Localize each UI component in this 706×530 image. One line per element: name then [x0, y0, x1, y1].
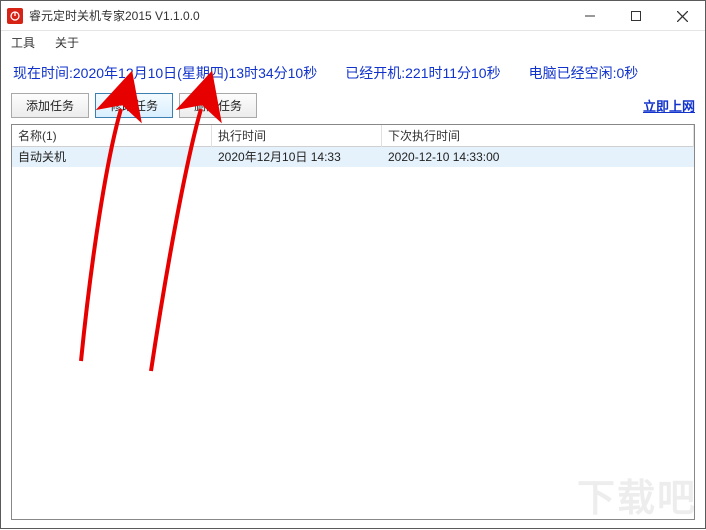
task-grid: 名称(1) 执行时间 下次执行时间 自动关机 2020年12月10日 14:33…: [11, 124, 695, 520]
status-line: 现在时间:2020年12月10日(星期四)13时34分10秒 已经开机:221时…: [11, 59, 695, 93]
table-row[interactable]: 自动关机 2020年12月10日 14:33 2020-12-10 14:33:…: [12, 147, 694, 167]
menu-about[interactable]: 关于: [51, 32, 83, 53]
status-now: 现在时间:2020年12月10日(星期四)13时34分10秒: [13, 63, 317, 83]
status-uptime: 已经开机:221时11分10秒: [345, 63, 500, 83]
close-button[interactable]: [659, 1, 705, 31]
toolbar: 添加任务 修改任务 删除任务 立即上网: [11, 93, 695, 118]
cell-name: 自动关机: [12, 147, 212, 167]
delete-task-button[interactable]: 删除任务: [179, 93, 257, 118]
content-area: 现在时间:2020年12月10日(星期四)13时34分10秒 已经开机:221时…: [1, 53, 705, 530]
menu-tools[interactable]: 工具: [7, 32, 39, 53]
title-bar: 睿元定时关机专家2015 V1.1.0.0: [1, 1, 705, 31]
maximize-button[interactable]: [613, 1, 659, 31]
status-idle: 电脑已经空闲:0秒: [529, 63, 639, 83]
col-header-name[interactable]: 名称(1): [12, 125, 212, 147]
cell-exec: 2020年12月10日 14:33: [212, 147, 382, 167]
window-title: 睿元定时关机专家2015 V1.1.0.0: [29, 7, 200, 24]
col-header-exec[interactable]: 执行时间: [212, 125, 382, 147]
grid-header: 名称(1) 执行时间 下次执行时间: [12, 125, 694, 147]
minimize-button[interactable]: [567, 1, 613, 31]
col-header-next[interactable]: 下次执行时间: [382, 125, 694, 147]
add-task-button[interactable]: 添加任务: [11, 93, 89, 118]
cell-next: 2020-12-10 14:33:00: [382, 147, 694, 167]
window-controls: [567, 1, 705, 30]
app-icon: [7, 8, 23, 24]
edit-task-button[interactable]: 修改任务: [95, 93, 173, 118]
go-online-link[interactable]: 立即上网: [643, 96, 695, 115]
menu-bar: 工具 关于: [1, 31, 705, 53]
watermark: 下载吧: [577, 467, 697, 522]
